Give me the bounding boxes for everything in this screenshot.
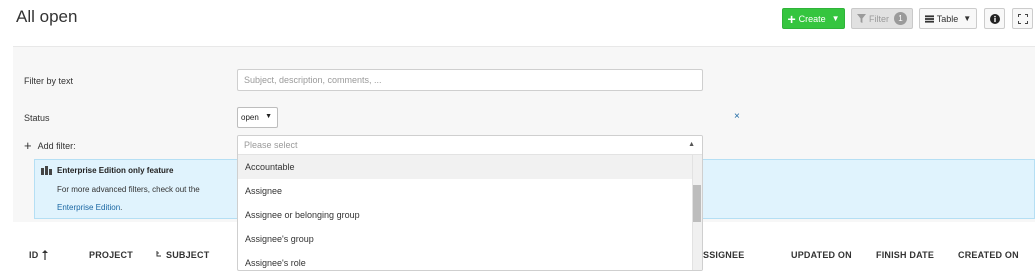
filter-button-label: Filter xyxy=(869,13,889,24)
column-header-assignee[interactable]: SSIGNEE xyxy=(703,250,744,260)
filter-by-text-label: Filter by text xyxy=(24,76,74,86)
enterprise-edition-link[interactable]: Enterprise Edition xyxy=(57,203,120,212)
dropdown-option[interactable]: Assignee's role xyxy=(238,251,693,270)
enterprise-edition-icon xyxy=(41,166,52,175)
dropdown-option[interactable]: Assignee xyxy=(238,179,693,203)
filter-count-badge: 1 xyxy=(894,12,907,25)
enterprise-banner-title: Enterprise Edition only feature xyxy=(57,166,174,175)
add-filter-dropdown[interactable]: ▲ Accountable Assignee Assignee or belon… xyxy=(237,135,703,271)
plus-icon: + xyxy=(24,138,32,153)
column-header-updated-on[interactable]: UPDATED ON xyxy=(791,250,852,260)
plus-icon: + xyxy=(787,10,796,27)
enterprise-banner-text: For more advanced filters, check out the xyxy=(57,185,200,194)
dropdown-option[interactable]: Accountable xyxy=(238,155,693,179)
column-header-finish-date[interactable]: FINISH DATE xyxy=(876,250,934,260)
column-header-created-on[interactable]: CREATED ON xyxy=(958,250,1019,260)
dropdown-scrollbar-thumb[interactable] xyxy=(693,185,701,222)
chevron-down-icon: ▼ xyxy=(831,14,840,23)
list-icon xyxy=(924,14,934,23)
status-filter-label: Status xyxy=(24,113,50,123)
chevron-up-icon: ▲ xyxy=(688,141,695,148)
column-header-id[interactable]: ID xyxy=(29,250,49,260)
add-filter-control[interactable]: + Add filter: xyxy=(24,139,76,152)
sort-ascending-icon xyxy=(42,250,49,260)
create-button-label: Create xyxy=(798,13,826,24)
enterprise-link-suffix: . xyxy=(120,203,123,212)
funnel-icon xyxy=(857,14,866,23)
view-mode-button[interactable]: Table ▼ xyxy=(919,8,977,29)
page-title: All open xyxy=(16,7,78,26)
info-icon xyxy=(989,13,1000,24)
create-button[interactable]: + Create ▼ xyxy=(782,8,845,29)
status-operator-value: open xyxy=(241,113,259,122)
dropdown-options: Accountable Assignee Assignee or belongi… xyxy=(238,155,693,270)
dropdown-option[interactable]: Assignee or belonging group xyxy=(238,203,693,227)
view-mode-label: Table xyxy=(936,13,959,24)
dropdown-option[interactable]: Assignee's group xyxy=(238,227,693,251)
fullscreen-icon xyxy=(1017,13,1028,24)
add-filter-select-input[interactable] xyxy=(238,136,702,155)
status-operator-select[interactable]: open ▼ xyxy=(237,107,278,128)
chevron-down-icon: ▼ xyxy=(265,113,272,120)
column-header-subject[interactable]: SUBJECT xyxy=(156,250,209,260)
remove-filter-icon[interactable]: × xyxy=(734,111,740,122)
filter-text-input[interactable] xyxy=(237,69,703,91)
column-header-project[interactable]: PROJECT xyxy=(89,250,133,260)
dropdown-scrollbar[interactable] xyxy=(692,155,702,270)
add-filter-label: Add filter: xyxy=(37,140,76,151)
details-button[interactable] xyxy=(984,8,1005,29)
hierarchy-icon xyxy=(156,251,161,257)
chevron-down-icon: ▼ xyxy=(963,14,972,23)
enterprise-banner-heading: Enterprise Edition only feature xyxy=(41,166,173,175)
column-header-subject-label: SUBJECT xyxy=(166,250,210,260)
column-header-id-label: ID xyxy=(29,250,39,260)
filter-button[interactable]: Filter 1 xyxy=(851,8,913,29)
enterprise-link-line: Enterprise Edition. xyxy=(57,203,122,212)
fullscreen-button[interactable] xyxy=(1012,8,1033,29)
